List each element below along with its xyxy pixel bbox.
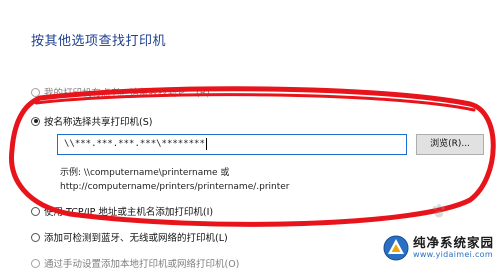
example-text: 示例: \\computername\printername 或 http://… bbox=[60, 166, 290, 194]
dialog-title: 按其他选项查找打印机 bbox=[31, 34, 167, 49]
browse-button[interactable]: 浏览(R)... bbox=[416, 134, 484, 155]
radio-tcpip[interactable] bbox=[31, 206, 40, 216]
option-bluetooth-wireless[interactable]: 添加可检测到蓝牙、无线或网络的打印机(L) bbox=[31, 229, 228, 245]
site-logo-icon bbox=[383, 235, 409, 261]
radio-shared-printer-by-name[interactable] bbox=[31, 116, 40, 126]
watermark-site-name: 纯净系统家园 bbox=[412, 234, 494, 250]
radio-manual-local[interactable] bbox=[31, 258, 40, 268]
option-bluetooth-wireless-label: 添加可检测到蓝牙、无线或网络的打印机(L) bbox=[44, 233, 228, 244]
option-old-printer[interactable]: 我的打印机有点老。请帮我找到它。(R) bbox=[31, 84, 210, 100]
text-caret bbox=[205, 137, 207, 150]
example-line-1: 示例: \\computername\printername 或 bbox=[60, 168, 230, 178]
printer-name-value: \\***.***.***.***\******** bbox=[64, 139, 205, 149]
watermark-site-url: www.yidaimei.com bbox=[412, 250, 493, 260]
option-manual-local[interactable]: 通过手动设置添加本地打印机或网络打印机(O) bbox=[31, 255, 239, 271]
site-watermark: 纯净系统家园 www.yidaimei.com bbox=[383, 235, 494, 261]
radio-old-printer[interactable] bbox=[31, 87, 40, 97]
option-tcpip[interactable]: 使用 TCP/IP 地址或主机名添加打印机(I) bbox=[31, 203, 213, 219]
option-shared-printer-by-name[interactable]: 按名称选择共享打印机(S) bbox=[31, 113, 152, 129]
printer-name-input[interactable]: \\***.***.***.***\******** bbox=[57, 134, 407, 155]
option-manual-local-label: 通过手动设置添加本地打印机或网络打印机(O) bbox=[44, 259, 240, 270]
example-line-2: http://computername/printers/printername… bbox=[60, 182, 290, 192]
option-old-printer-label: 我的打印机有点老。请帮我找到它。(R) bbox=[44, 88, 211, 99]
option-tcpip-label: 使用 TCP/IP 地址或主机名添加打印机(I) bbox=[44, 207, 214, 218]
radio-bluetooth-wireless[interactable] bbox=[31, 232, 40, 242]
option-shared-printer-label: 按名称选择共享打印机(S) bbox=[44, 117, 153, 128]
paw-watermark-icon bbox=[433, 204, 445, 218]
